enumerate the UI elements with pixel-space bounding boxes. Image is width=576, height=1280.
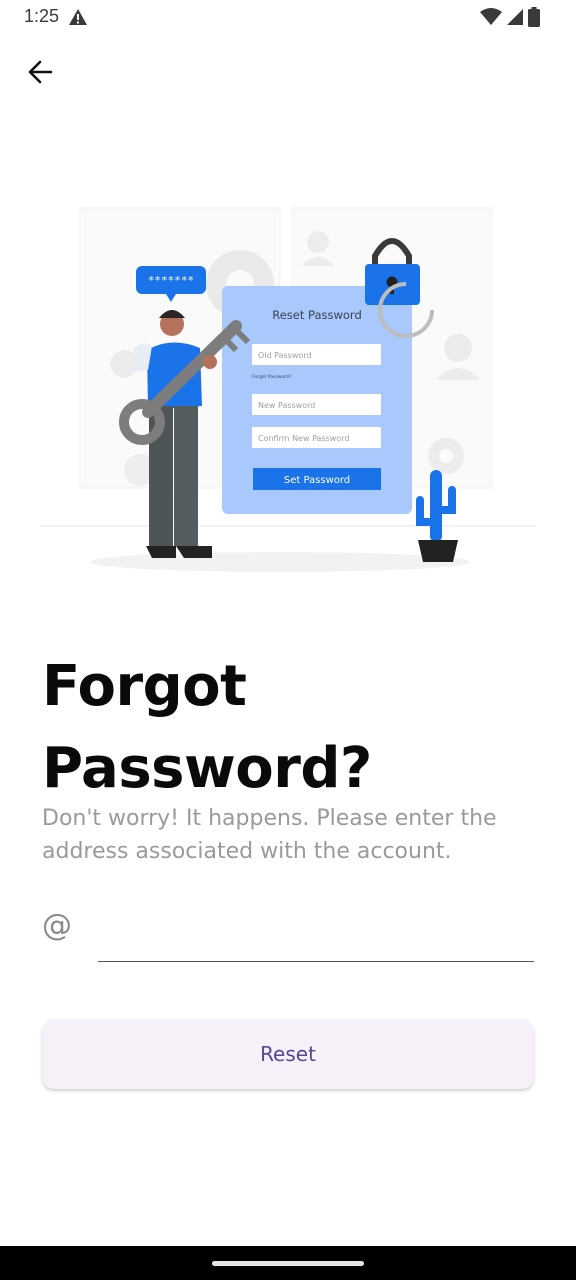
home-gesture-handle[interactable] [212, 1261, 364, 1266]
back-button[interactable] [20, 54, 60, 94]
warning-icon [68, 8, 88, 30]
email-field[interactable] [98, 906, 534, 962]
page-subtitle: Don't worry! It happens. Please enter th… [42, 806, 497, 864]
set-password-label: Set Password [284, 475, 350, 486]
system-navigation-bar [0, 1246, 576, 1280]
status-time: 1:25 [24, 6, 60, 26]
reset-password-illustration: Reset Password Old Password Forgot Passw… [40, 200, 536, 584]
reset-button-label: Reset [260, 1042, 316, 1066]
old-password-placeholder: Old Password [258, 351, 312, 360]
email-field-row: @ [42, 906, 534, 964]
signal-icon [506, 8, 524, 30]
battery-icon [528, 7, 540, 31]
new-password-placeholder: New Password [258, 401, 315, 410]
status-bar: 1:25 [0, 0, 576, 34]
status-icons [480, 7, 540, 31]
speech-bubble-text: ******* [148, 274, 194, 287]
page-title: Forgot Password? [42, 654, 372, 801]
wifi-icon [480, 8, 502, 30]
at-sign-icon: @ [42, 908, 72, 943]
confirm-password-placeholder: Confirm New Password [258, 434, 349, 443]
arrow-left-icon [27, 59, 53, 89]
reset-button[interactable]: Reset [42, 1019, 534, 1089]
forgot-password-link: Forgot Password? [252, 374, 292, 380]
card-title: Reset Password [272, 308, 362, 322]
